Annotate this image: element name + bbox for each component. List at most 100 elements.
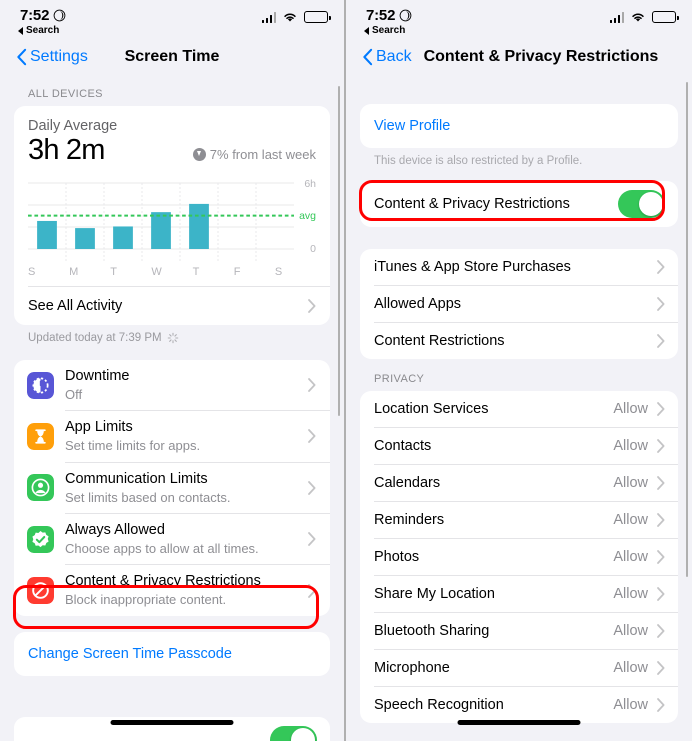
daily-average-card: Daily Average 3h 2m 7% from last week 6h… bbox=[14, 106, 330, 325]
chevron-right-icon bbox=[308, 583, 316, 598]
status-back-to-search[interactable]: Search bbox=[18, 25, 66, 36]
chart-xtick: T bbox=[110, 265, 118, 278]
back-button[interactable]: Back bbox=[362, 48, 412, 66]
privacy-row-location-services[interactable]: Location Services Allow bbox=[360, 391, 678, 427]
profile-note: This device is also restricted by a Prof… bbox=[374, 155, 583, 167]
privacy-row-bluetooth-sharing[interactable]: Bluetooth Sharing Allow bbox=[360, 613, 678, 649]
privacy-row-value: Allow bbox=[613, 623, 648, 639]
feature-title: App Limits bbox=[65, 419, 133, 436]
feature-row-content-privacy-restrictions[interactable]: Content & Privacy Restrictions Block ina… bbox=[14, 565, 330, 615]
content-privacy-toggle-row[interactable]: Content & Privacy Restrictions bbox=[360, 181, 678, 227]
feature-row-always-allowed[interactable]: Always Allowed Choose apps to allow at a… bbox=[14, 514, 330, 564]
see-all-activity-label: See All Activity bbox=[28, 297, 123, 314]
weekly-delta-text: 7% from last week bbox=[209, 146, 316, 162]
page-title-left: Screen Time bbox=[124, 48, 220, 65]
chart-xtick: S bbox=[274, 265, 283, 278]
content-privacy-switch[interactable] bbox=[618, 190, 665, 218]
privacy-card: Location Services Allow Contacts Allow C… bbox=[360, 391, 678, 723]
chevron-right-icon bbox=[657, 587, 665, 601]
page-title-right: Content & Privacy Restrictions bbox=[423, 48, 659, 65]
privacy-row-value: Allow bbox=[613, 512, 648, 528]
chevron-right-icon bbox=[657, 661, 665, 675]
feature-title: Always Allowed bbox=[65, 522, 165, 539]
privacy-row-right: Allow bbox=[613, 549, 665, 565]
chart-xtick: S bbox=[28, 265, 36, 278]
view-profile-row[interactable]: View Profile bbox=[360, 104, 678, 148]
status-bar-right-group-r bbox=[609, 7, 679, 23]
privacy-row-photos[interactable]: Photos Allow bbox=[360, 539, 678, 575]
restriction-row-label: Content Restrictions bbox=[374, 333, 505, 349]
privacy-row-right: Allow bbox=[613, 401, 665, 417]
status-back-to-search-r[interactable]: Search bbox=[364, 25, 412, 36]
privacy-row-reminders[interactable]: Reminders Allow bbox=[360, 502, 678, 538]
privacy-row-right: Allow bbox=[613, 586, 665, 602]
restriction-row-right bbox=[657, 260, 665, 274]
scroll-area-left[interactable]: ALL DEVICES Daily Average 3h 2m 7% from … bbox=[0, 74, 344, 741]
see-all-activity-row[interactable]: See All Activity bbox=[14, 287, 330, 325]
status-bar-left-group-r: 7:52 Search bbox=[364, 7, 412, 36]
chart-ytick-max: 6h bbox=[304, 178, 316, 191]
partial-row-toggle[interactable] bbox=[270, 726, 317, 741]
feature-row-app-limits[interactable]: App Limits Set time limits for apps. bbox=[14, 411, 330, 461]
feature-text: Downtime Off bbox=[65, 367, 297, 403]
feature-title: Downtime bbox=[65, 367, 130, 384]
feature-subtitle: Off bbox=[65, 386, 83, 402]
feature-text: Communication Limits Set limits based on… bbox=[65, 470, 297, 506]
scroll-area-right[interactable]: View Profile This device is also restric… bbox=[346, 74, 692, 741]
restriction-row-right bbox=[657, 297, 665, 311]
privacy-row-microphone[interactable]: Microphone Allow bbox=[360, 650, 678, 686]
restriction-row-allowed-apps[interactable]: Allowed Apps bbox=[360, 286, 678, 322]
chevron-right-icon bbox=[308, 532, 316, 547]
chevron-right-icon bbox=[657, 260, 665, 274]
arrow-down-circle-icon bbox=[192, 147, 206, 161]
privacy-row-calendars[interactable]: Calendars Allow bbox=[360, 465, 678, 501]
chart-xtick: W bbox=[151, 265, 162, 278]
moon-icon bbox=[53, 9, 66, 22]
privacy-row-label: Bluetooth Sharing bbox=[374, 623, 490, 639]
restriction-row-content-restrictions[interactable]: Content Restrictions bbox=[360, 323, 678, 359]
chart-xtick: T bbox=[192, 265, 200, 278]
weekly-delta: 7% from last week bbox=[192, 146, 316, 167]
back-triangle-icon bbox=[364, 26, 369, 35]
back-button-label-r: Back bbox=[376, 48, 412, 65]
privacy-row-contacts[interactable]: Contacts Allow bbox=[360, 428, 678, 464]
chevron-right-icon bbox=[657, 550, 665, 564]
restrictions-card: iTunes & App Store Purchases Allowed App… bbox=[360, 249, 678, 359]
privacy-row-speech-recognition[interactable]: Speech Recognition Allow bbox=[360, 687, 678, 723]
daily-average-value: 3h 2m bbox=[28, 134, 105, 166]
privacy-row-label: Photos bbox=[374, 549, 420, 565]
privacy-row-label: Reminders bbox=[374, 512, 445, 528]
chevron-right-icon bbox=[308, 378, 316, 392]
wifi-icon bbox=[284, 13, 296, 22]
change-passcode-row[interactable]: Change Screen Time Passcode bbox=[14, 631, 330, 676]
status-bar-left-group: 7:52 Search bbox=[18, 7, 66, 36]
feature-text: Content & Privacy Restrictions Block ina… bbox=[65, 572, 297, 608]
scrollbar-left[interactable] bbox=[337, 86, 340, 416]
restriction-row-label: iTunes & App Store Purchases bbox=[374, 259, 571, 275]
privacy-row-right: Allow bbox=[613, 697, 665, 713]
chevron-right-icon bbox=[657, 513, 665, 527]
privacy-row-value: Allow bbox=[613, 549, 648, 565]
privacy-row-label: Calendars bbox=[374, 475, 441, 491]
scrollbar-right[interactable] bbox=[685, 82, 688, 577]
prohibition-icon bbox=[27, 577, 54, 605]
feature-text: Always Allowed Choose apps to allow at a… bbox=[65, 521, 297, 557]
restriction-row-itunes-app-store-purchases[interactable]: iTunes & App Store Purchases bbox=[360, 249, 678, 285]
feature-title: Communication Limits bbox=[65, 470, 208, 487]
feature-subtitle: Set time limits for apps. bbox=[65, 438, 201, 454]
chevron-right-icon bbox=[657, 698, 665, 712]
daily-average-row: 3h 2m 7% from last week bbox=[28, 134, 316, 167]
feature-subtitle: Set limits based on contacts. bbox=[65, 489, 231, 505]
privacy-row-value: Allow bbox=[613, 438, 648, 454]
privacy-row-share-my-location[interactable]: Share My Location Allow bbox=[360, 576, 678, 612]
status-bar-left: 7:52 Search bbox=[0, 0, 344, 40]
feature-row-communication-limits[interactable]: Communication Limits Set limits based on… bbox=[14, 463, 330, 513]
privacy-row-label: Share My Location bbox=[374, 586, 495, 602]
privacy-row-right: Allow bbox=[613, 438, 665, 454]
back-triangle-icon bbox=[18, 26, 23, 35]
feature-title: Content & Privacy Restrictions bbox=[65, 573, 261, 590]
privacy-row-right: Allow bbox=[613, 475, 665, 491]
feature-row-downtime[interactable]: Downtime Off bbox=[14, 360, 330, 410]
nav-bar-left: Settings Screen Time bbox=[0, 40, 344, 74]
bar-chart-svg bbox=[28, 182, 294, 261]
